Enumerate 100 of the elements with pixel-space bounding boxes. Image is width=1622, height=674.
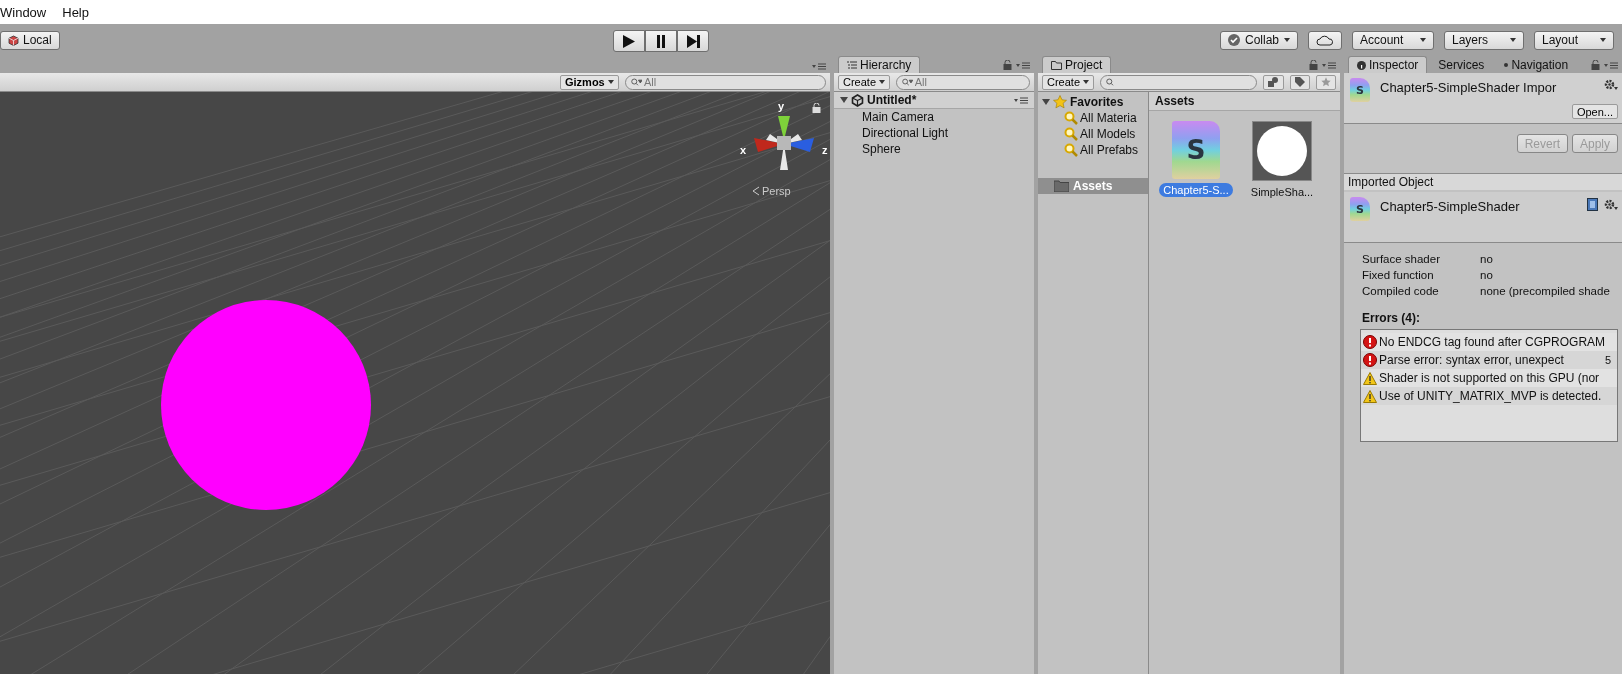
account-dropdown[interactable]: Account	[1352, 30, 1434, 50]
favorite-item[interactable]: All Materia	[1080, 111, 1137, 125]
property-label: Surface shader	[1362, 253, 1441, 265]
step-button[interactable]	[677, 30, 709, 52]
caret-icon	[879, 80, 886, 84]
object-name: Chapter5-SimpleShader	[1380, 199, 1520, 216]
shader-file-icon: S	[1350, 78, 1370, 102]
inspector-title: Chapter5-SimpleShader Impor	[1380, 80, 1557, 97]
panel-tab[interactable]: Inspector	[1348, 56, 1428, 73]
property-label: Fixed function	[1362, 269, 1435, 281]
favorite-item[interactable]: All Prefabs	[1080, 143, 1139, 157]
axis-label: y	[778, 100, 785, 112]
menu-icon[interactable]	[1604, 61, 1618, 69]
create-dropdown[interactable]: Create	[838, 74, 891, 90]
search-field[interactable]: All	[624, 74, 826, 90]
hierarchy-item[interactable]: Sphere	[862, 142, 901, 156]
collab-button[interactable]: Collab	[1220, 30, 1298, 50]
caret-icon	[1083, 80, 1090, 84]
asset-name[interactable]: Chapter5-S...	[1159, 182, 1233, 197]
projection-label[interactable]: Persp	[762, 185, 791, 197]
star-icon	[1321, 77, 1331, 87]
search-icon	[1064, 127, 1078, 141]
search-icon	[902, 78, 913, 86]
errors-title: Errors (4):	[1362, 311, 1421, 325]
gizmos-dropdown[interactable]: Gizmos	[560, 74, 619, 90]
material-preview[interactable]	[1252, 121, 1312, 181]
error-message[interactable]: Parse error: syntax error, unexpect	[1379, 353, 1564, 367]
menu-item[interactable]: Window	[0, 4, 47, 20]
chevron-left-icon	[752, 186, 760, 196]
create-dropdown[interactable]: Create	[1042, 74, 1095, 90]
step-icon	[686, 34, 700, 48]
hierarchy-item[interactable]: Main Camera	[862, 110, 935, 124]
settings-icon[interactable]	[1604, 79, 1618, 91]
search-field[interactable]: All	[896, 74, 1030, 90]
pause-button[interactable]	[645, 30, 677, 52]
shader-file-icon[interactable]: S	[1172, 121, 1220, 179]
section-header: Imported Object	[1344, 174, 1622, 192]
list-icon	[847, 61, 857, 69]
expanded-arrow-icon[interactable]	[1042, 98, 1050, 106]
lock-icon[interactable]	[812, 103, 821, 113]
folder-icon	[1051, 60, 1062, 70]
menu-item[interactable]: Help	[62, 4, 89, 20]
favorite-item[interactable]: All Models	[1080, 127, 1136, 141]
caret-icon	[1510, 38, 1516, 42]
cube-icon	[8, 34, 19, 46]
expanded-arrow-icon[interactable]	[840, 96, 848, 104]
menu-icon[interactable]	[1016, 61, 1030, 69]
folder-icon	[1054, 180, 1069, 192]
lock-icon[interactable]	[1309, 60, 1318, 70]
filter-type-button[interactable]	[1263, 74, 1284, 90]
axis-label: x	[740, 144, 747, 156]
search-icon	[630, 78, 642, 86]
lock-icon[interactable]	[1591, 60, 1600, 70]
play-button[interactable]	[613, 30, 645, 52]
search-icon	[1106, 78, 1114, 86]
pause-icon	[656, 34, 666, 48]
scene-view[interactable]: y x z Persp	[0, 92, 830, 674]
info-icon	[1357, 60, 1366, 70]
cloud-icon	[1316, 34, 1334, 46]
search-field[interactable]	[1100, 74, 1257, 90]
search-input[interactable]: All	[914, 76, 1024, 88]
caret-icon	[607, 80, 614, 84]
property-value: no	[1480, 253, 1494, 265]
property-label: Compiled code	[1362, 285, 1440, 297]
sphere-icon	[1257, 126, 1307, 176]
hierarchy-item[interactable]: Directional Light	[862, 126, 949, 140]
search-input[interactable]: All	[643, 76, 820, 88]
shapes-icon	[1268, 77, 1279, 87]
sphere[interactable]	[161, 300, 371, 510]
help-icon[interactable]	[1587, 198, 1598, 211]
dot-icon	[1504, 63, 1509, 67]
play-icon	[623, 34, 635, 48]
warning-icon	[1363, 371, 1377, 385]
menu-icon[interactable]	[1322, 61, 1336, 69]
open-button[interactable]: Open...	[1571, 104, 1618, 119]
error-icon	[1363, 335, 1377, 349]
filter-label-button[interactable]	[1290, 74, 1310, 90]
favorites-label[interactable]: Favorites	[1070, 95, 1124, 109]
project-tab[interactable]: Project	[1042, 56, 1112, 73]
layout-dropdown[interactable]: Layout	[1534, 30, 1614, 50]
breadcrumb: Assets	[1149, 92, 1340, 111]
property-value: no	[1480, 269, 1494, 281]
cloud-button[interactable]	[1308, 30, 1342, 50]
error-icon	[1363, 353, 1377, 367]
warning-icon	[1363, 389, 1377, 403]
panel-tab[interactable]: Services	[1429, 56, 1494, 73]
hierarchy-tab[interactable]: Hierarchy	[838, 56, 921, 73]
layers-dropdown[interactable]: Layers	[1444, 30, 1524, 50]
asset-name[interactable]: SimpleSha...	[1246, 185, 1318, 199]
search-icon	[1064, 111, 1078, 125]
panel-tab[interactable]: Navigation	[1495, 56, 1578, 73]
axis-label: z	[822, 144, 828, 156]
shader-file-icon: S	[1350, 197, 1370, 221]
settings-icon[interactable]	[1604, 198, 1618, 211]
pivot-button[interactable]: Local	[0, 30, 60, 50]
check-circle-icon	[1228, 34, 1240, 46]
caret-icon	[1284, 38, 1290, 42]
menu-icon[interactable]	[812, 63, 826, 70]
menu-icon[interactable]	[1014, 96, 1028, 104]
lock-icon[interactable]	[1003, 60, 1012, 70]
